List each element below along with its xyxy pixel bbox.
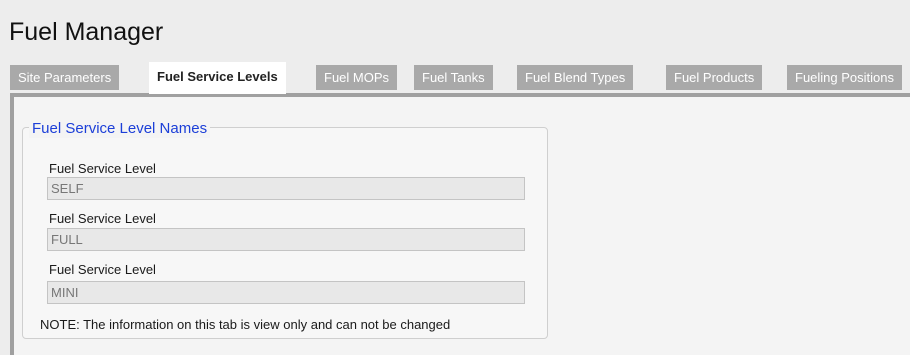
service-level-1-label: Fuel Service Level xyxy=(49,161,156,176)
tab-fuel-service-levels[interactable]: Fuel Service Levels xyxy=(149,62,286,94)
tab-fuel-mops[interactable]: Fuel MOPs xyxy=(316,65,398,90)
tab-fuel-products[interactable]: Fuel Products xyxy=(666,65,763,90)
service-level-3-field: MINI xyxy=(47,281,525,304)
service-level-1-field: SELF xyxy=(47,177,525,200)
page-title: Fuel Manager xyxy=(9,18,164,46)
tab-fuel-tanks[interactable]: Fuel Tanks xyxy=(414,65,493,90)
tab-fueling-positions[interactable]: Fueling Positions xyxy=(787,65,902,90)
view-only-note: NOTE: The information on this tab is vie… xyxy=(40,317,451,332)
service-level-2-field: FULL xyxy=(47,228,525,251)
tab-site-parameters[interactable]: Site Parameters xyxy=(10,65,120,90)
service-level-2-label: Fuel Service Level xyxy=(49,211,156,226)
service-level-3-label: Fuel Service Level xyxy=(49,262,156,277)
tab-fuel-blend-types[interactable]: Fuel Blend Types xyxy=(517,65,634,90)
tab-bar: Site Parameters Fuel Service Levels Fuel… xyxy=(10,62,910,94)
service-level-names-legend: Fuel Service Level Names xyxy=(29,120,211,138)
